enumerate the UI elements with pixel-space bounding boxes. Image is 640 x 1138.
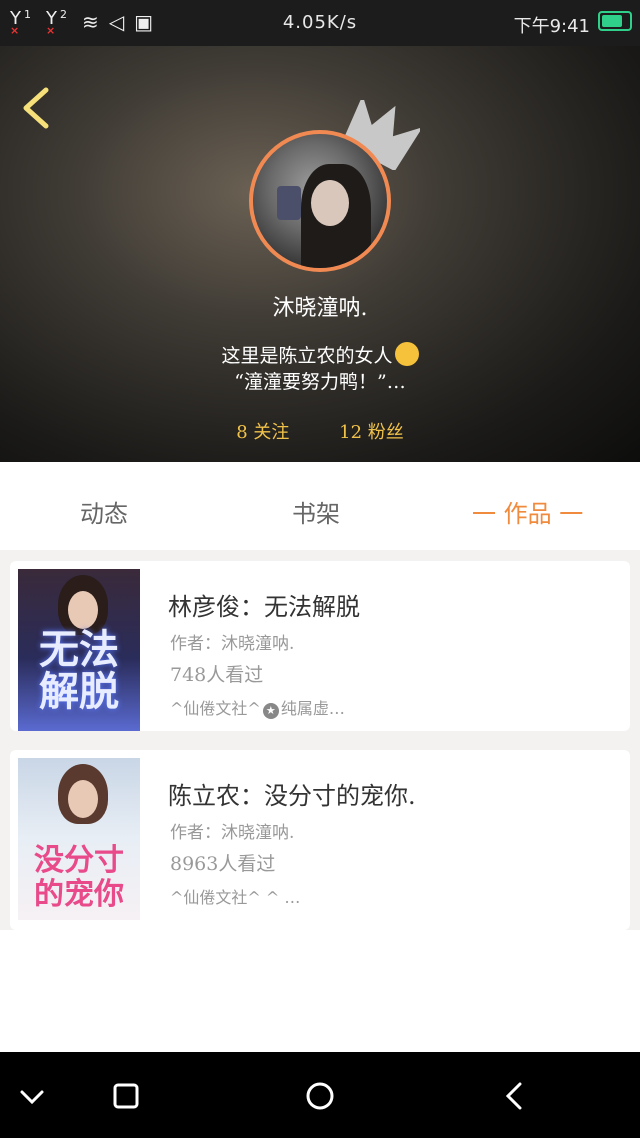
book-card[interactable]: 没分寸的宠你 陈立农：没分寸的宠你. 作者：沐晓潼呐. 8963人看过 ^仙倦文…	[10, 750, 630, 930]
chevron-down-icon	[20, 1090, 44, 1105]
tab-works[interactable]: 一 作品 一	[472, 494, 583, 529]
book-author: 作者：沐晓潼呐.	[170, 823, 295, 843]
tab-bookshelf[interactable]: 书架	[292, 494, 340, 529]
bio-line1: 这里是陈立农的女人	[221, 345, 393, 367]
username: 沐晓潼呐.	[272, 296, 368, 321]
book-title: 陈立农：没分寸的宠你.	[168, 782, 416, 810]
book-tag: 纯属虚…	[280, 699, 345, 718]
nav-home-button[interactable]	[300, 1076, 340, 1116]
profile-stats: 8 关注 12 粉丝	[0, 418, 640, 444]
smile-emoji-icon	[394, 342, 419, 366]
avatar[interactable]	[249, 130, 391, 272]
book-tags: ^仙倦文社^ ^ …	[170, 888, 301, 907]
status-bar: Y 1 × Y 2 × ≋ ◁ ▣ 4.05K/s 下午9:41	[0, 0, 640, 46]
bio-line2: “潼潼要努力鸭！”…	[234, 371, 406, 393]
book-tag: ^仙倦文社^	[170, 699, 261, 718]
chevron-left-icon	[23, 87, 49, 129]
square-icon	[113, 1083, 139, 1109]
book-title: 林彦俊：无法解脱	[168, 593, 360, 621]
nav-recent-button[interactable]	[106, 1076, 146, 1116]
profile-tabs: 动态 书架 一 作品 一	[0, 462, 640, 550]
back-button[interactable]	[18, 84, 54, 132]
book-author: 作者：沐晓潼呐.	[170, 634, 295, 654]
following-count[interactable]: 8 关注	[236, 422, 289, 443]
bio: 这里是陈立农的女人 “潼潼要努力鸭！”…	[0, 342, 640, 395]
battery-icon	[598, 11, 632, 31]
book-views: 748人看过	[170, 664, 264, 686]
tab-dynamics[interactable]: 动态	[80, 494, 128, 529]
followers-count[interactable]: 12 粉丝	[339, 422, 404, 443]
nav-hide-button[interactable]	[12, 1076, 52, 1116]
book-card[interactable]: 无法解脱 林彦俊：无法解脱 作者：沐晓潼呐. 748人看过 ^仙倦文社^ ★ 纯属虚…	[10, 561, 630, 731]
book-views: 8963人看过	[170, 853, 276, 875]
cover-title: 没分寸的宠你	[34, 843, 124, 912]
star-icon: ★	[262, 703, 279, 719]
profile-header: 沐晓潼呐. 这里是陈立农的女人 “潼潼要努力鸭！”… 8 关注 12 粉丝	[0, 46, 640, 462]
book-cover: 无法解脱	[18, 569, 140, 731]
cover-title: 无法解脱	[39, 626, 119, 715]
system-nav-bar	[0, 1052, 640, 1138]
clock: 下午9:41	[513, 16, 590, 37]
circle-icon	[306, 1082, 334, 1110]
nav-back-button[interactable]	[494, 1076, 534, 1116]
triangle-back-icon	[505, 1082, 522, 1110]
book-tags: ^仙倦文社^ ★ 纯属虚…	[170, 695, 345, 719]
book-cover: 没分寸的宠你	[18, 758, 140, 920]
